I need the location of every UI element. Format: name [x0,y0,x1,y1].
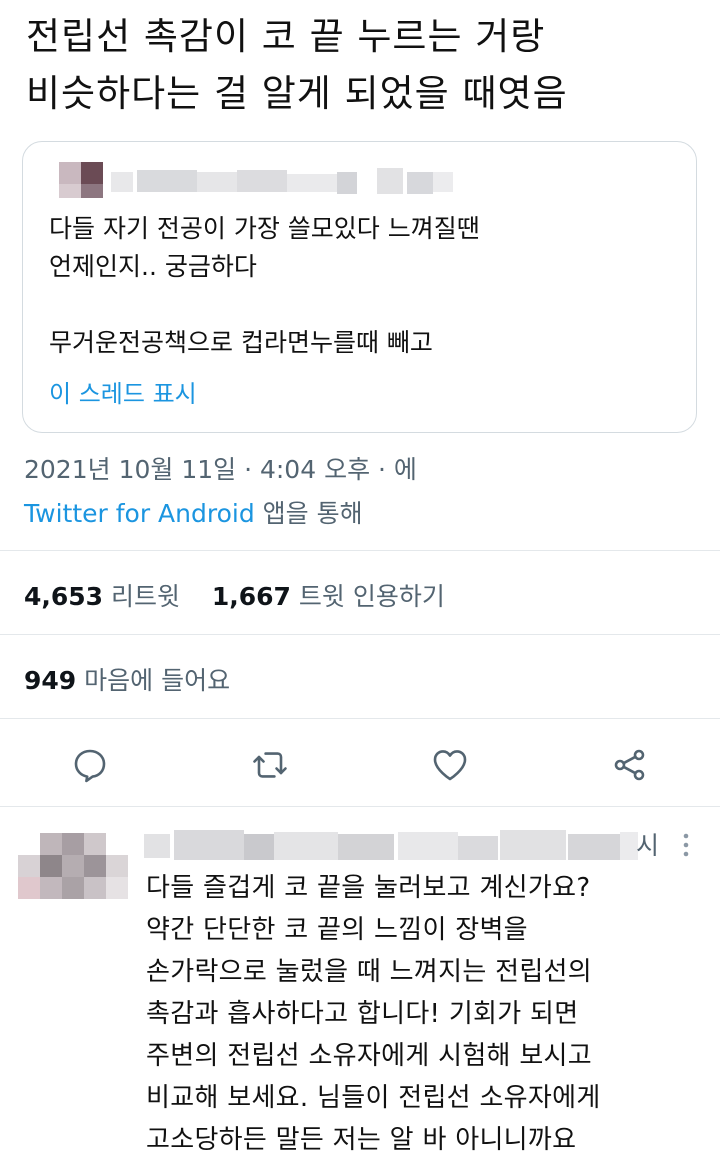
quoted-line: 언제인지.. 궁금하다 [49,252,257,281]
tweet-text: 전립선 촉감이 코 끝 누르는 거랑 비슷하다는 걸 알게 되었을 때엿음 [26,8,706,122]
action-bar [0,737,720,793]
quoted-author-blurred [37,154,457,200]
reply-line: 비교해 보세요. 님들이 전립선 소유자에게 [146,1083,601,1113]
reply-line: 주변의 전립선 소유자에게 시험해 보시고 [146,1041,592,1071]
show-thread-link[interactable]: 이 스레드 표시 [49,374,197,409]
quoted-line: 무거운전공책으로 컵라면누를때 빼고 [49,328,433,357]
reply-avatar-blurred[interactable] [18,833,128,911]
tweet-source: Twitter for Android 앱을 통해 [24,494,363,530]
divider [0,634,720,635]
divider [0,718,720,719]
quoted-line-blank [49,286,480,324]
retweets-stat[interactable]: 4,653 리트윗 [24,582,180,611]
divider [0,550,720,551]
tweet-timestamp[interactable]: 2021년 10월 11일 · 4:04 오후 · 에 [24,450,417,486]
tweet-text-line: 전립선 촉감이 코 끝 누르는 거랑 [26,15,546,58]
divider [0,806,720,807]
share-icon[interactable] [610,745,650,785]
reply-line: 고소당하든 말든 저는 알 바 아니니까요 [146,1125,577,1154]
reply-icon[interactable] [70,745,110,785]
quotes-count: 1,667 [211,582,291,611]
more-options-icon[interactable] [679,830,693,860]
retweets-label: 리트윗 [111,582,181,611]
reply-author-blurred [128,820,668,870]
source-suffix: 앱을 통해 [254,499,363,528]
quoted-line: 다들 자기 전공이 가장 쓸모있다 느껴질땐 [49,214,480,243]
reply-line: 약간 단단한 코 끝의 느낌이 장벽을 [146,915,528,945]
tweet-text-line: 비슷하다는 걸 알게 되었을 때엿음 [26,72,568,115]
source-app-link[interactable]: Twitter for Android [24,499,255,528]
reply-line: 다들 즐겁게 코 끝을 눌러보고 계신가요? [146,873,591,903]
stats-row: 4,653 리트윗 1,667 트윗 인용하기 [24,577,445,613]
likes-stat[interactable]: 949 마음에 들어요 [24,661,230,697]
quoted-tweet-card[interactable]: 다들 자기 전공이 가장 쓸모있다 느껴질땐 언제인지.. 궁금하다 무거운전공… [22,141,697,433]
retweet-icon[interactable] [250,745,290,785]
reply-time-suffix: 시 [636,831,660,860]
reply-text: 다들 즐겁게 코 끝을 눌러보고 계신가요? 약간 단단한 코 끝의 느낌이 장… [146,867,601,1154]
quotes-label: 트윗 인용하기 [298,582,445,611]
like-icon[interactable] [430,745,470,785]
likes-count: 949 [24,666,77,695]
quoted-tweet-text: 다들 자기 전공이 가장 쓸모있다 느껴질땐 언제인지.. 궁금하다 무거운전공… [49,210,480,362]
reply-line: 손가락으로 눌렀을 때 느껴지는 전립선의 [146,957,592,987]
likes-label: 마음에 들어요 [84,666,231,695]
retweets-count: 4,653 [24,582,104,611]
quotes-stat[interactable]: 1,667 트윗 인용하기 [212,582,445,611]
reply-line: 촉감과 흡사하다고 합니다! 기회가 되면 [146,999,579,1029]
